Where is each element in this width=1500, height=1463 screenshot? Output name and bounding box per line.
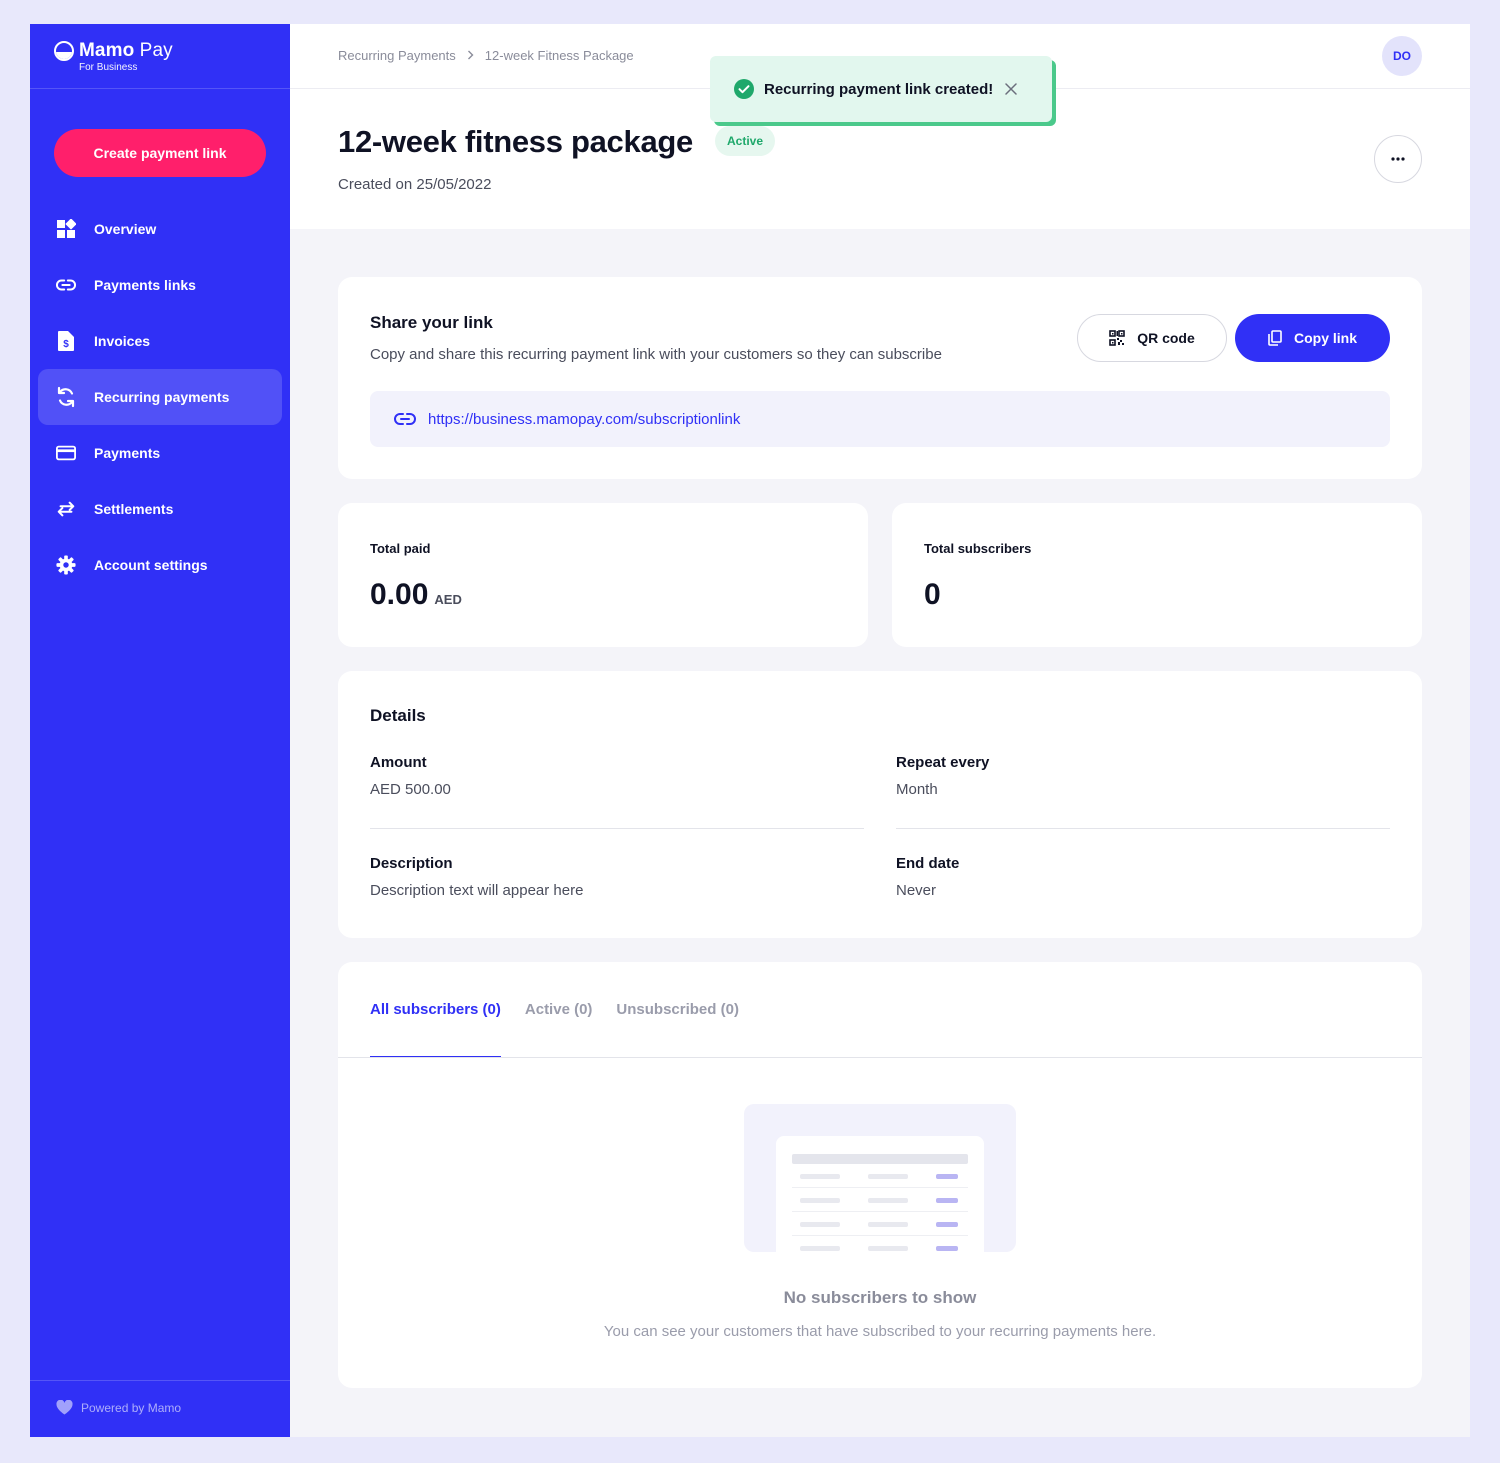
page-title: 12-week fitness package bbox=[338, 124, 693, 159]
sidebar-item-invoices[interactable]: $ Invoices bbox=[38, 313, 282, 369]
more-options-button[interactable] bbox=[1374, 135, 1422, 183]
sidebar-item-recurring-payments[interactable]: Recurring payments bbox=[38, 369, 282, 425]
sidebar-item-payments[interactable]: Payments bbox=[38, 425, 282, 481]
logo[interactable]: Mamo Pay For Business bbox=[54, 40, 173, 73]
toast-message: Recurring payment link created! bbox=[764, 80, 994, 98]
tab-active[interactable]: Active (0) bbox=[525, 962, 593, 1058]
share-title: Share your link bbox=[370, 313, 493, 332]
brand-subtitle: For Business bbox=[79, 62, 138, 73]
sidebar-divider bbox=[30, 88, 290, 89]
total-subscribers-label: Total subscribers bbox=[924, 541, 1032, 556]
chevron-right-icon bbox=[467, 49, 474, 63]
transfer-icon bbox=[56, 499, 76, 519]
svg-text:$: $ bbox=[63, 339, 69, 350]
detail-divider bbox=[370, 828, 864, 829]
currency-label: AED bbox=[434, 592, 462, 607]
total-subscribers-value: 0 bbox=[924, 578, 941, 611]
grid-icon bbox=[56, 219, 76, 239]
empty-table-illustration bbox=[744, 1104, 1016, 1252]
link-icon bbox=[56, 275, 76, 295]
breadcrumb-link-recurring[interactable]: Recurring Payments bbox=[338, 48, 456, 63]
tabs-divider bbox=[338, 1057, 1422, 1058]
status-badge: Active bbox=[715, 126, 776, 156]
detail-amount: Amount AED 500.00 bbox=[370, 754, 451, 798]
close-icon[interactable] bbox=[1005, 83, 1017, 95]
subscription-link[interactable]: https://business.mamopay.com/subscriptio… bbox=[428, 411, 740, 428]
card-icon bbox=[56, 443, 76, 463]
gear-icon bbox=[56, 555, 76, 575]
sidebar-item-label: Overview bbox=[94, 221, 157, 237]
subscribers-card: All subscribers (0) Active (0) Unsubscri… bbox=[338, 962, 1422, 1388]
empty-state-title: No subscribers to show bbox=[783, 1288, 977, 1307]
total-paid-card: Total paid 0.00 AED bbox=[338, 503, 868, 647]
sidebar: Mamo Pay For Business Create payment lin… bbox=[30, 24, 290, 1437]
sidebar-item-settlements[interactable]: Settlements bbox=[38, 481, 282, 537]
sidebar-item-label: Settlements bbox=[94, 501, 174, 517]
success-toast: Recurring payment link created! bbox=[710, 56, 1052, 122]
sidebar-item-label: Payments links bbox=[94, 277, 196, 293]
details-card: Details Amount AED 500.00 Repeat every M… bbox=[338, 671, 1422, 938]
copy-icon bbox=[1268, 330, 1282, 346]
create-payment-link-button[interactable]: Create payment link bbox=[54, 129, 266, 177]
detail-divider bbox=[896, 828, 1390, 829]
detail-repeat: Repeat every Month bbox=[896, 754, 990, 798]
share-link-card: Share your link Copy and share this recu… bbox=[338, 277, 1422, 479]
brand-name: Mamo Pay bbox=[79, 40, 173, 61]
sidebar-item-label: Account settings bbox=[94, 557, 208, 573]
subscriber-tabs: All subscribers (0) Active (0) Unsubscri… bbox=[370, 962, 763, 1058]
detail-description: Description Description text will appear… bbox=[370, 855, 584, 899]
qr-code-button[interactable]: QR code bbox=[1077, 314, 1227, 362]
mamo-logo-icon bbox=[54, 41, 74, 61]
link-box: https://business.mamopay.com/subscriptio… bbox=[370, 391, 1390, 447]
detail-end-date: End date Never bbox=[896, 855, 960, 899]
invoice-icon: $ bbox=[56, 331, 76, 351]
sidebar-item-overview[interactable]: Overview bbox=[38, 201, 282, 257]
total-paid-label: Total paid bbox=[370, 541, 431, 556]
sidebar-item-label: Payments bbox=[94, 445, 161, 461]
total-subscribers-card: Total subscribers 0 bbox=[892, 503, 1422, 647]
page-header: Recurring Payments 12-week Fitness Packa… bbox=[290, 24, 1470, 229]
avatar[interactable]: DO bbox=[1382, 36, 1422, 76]
sidebar-nav: Overview Payments links $ Invoices Recur… bbox=[38, 201, 282, 593]
link-icon bbox=[394, 413, 416, 425]
breadcrumb-current: 12-week Fitness Package bbox=[484, 48, 634, 63]
sidebar-item-account-settings[interactable]: Account settings bbox=[38, 537, 282, 593]
powered-by: Powered by Mamo bbox=[56, 1400, 181, 1415]
heart-icon bbox=[56, 1400, 73, 1415]
created-date: Created on 25/05/2022 bbox=[338, 176, 492, 193]
app-frame: Mamo Pay For Business Create payment lin… bbox=[30, 24, 1470, 1437]
qr-code-icon bbox=[1109, 330, 1126, 346]
sidebar-item-payment-links[interactable]: Payments links bbox=[38, 257, 282, 313]
empty-state-description: You can see your customers that have sub… bbox=[603, 1323, 1157, 1340]
total-paid-value: 0.00 AED bbox=[370, 578, 462, 611]
sidebar-item-label: Invoices bbox=[94, 333, 151, 349]
details-title: Details bbox=[370, 706, 426, 725]
share-description: Copy and share this recurring payment li… bbox=[370, 346, 942, 363]
tab-unsubscribed[interactable]: Unsubscribed (0) bbox=[616, 962, 739, 1058]
copy-link-button[interactable]: Copy link bbox=[1235, 314, 1390, 362]
sidebar-item-label: Recurring payments bbox=[94, 389, 230, 405]
breadcrumb: Recurring Payments 12-week Fitness Packa… bbox=[338, 48, 634, 63]
check-circle-icon bbox=[734, 79, 754, 99]
more-horizontal-icon bbox=[1391, 157, 1405, 161]
tab-all-subscribers[interactable]: All subscribers (0) bbox=[370, 962, 501, 1058]
sidebar-footer-divider bbox=[30, 1380, 290, 1381]
recurring-icon bbox=[56, 386, 76, 408]
